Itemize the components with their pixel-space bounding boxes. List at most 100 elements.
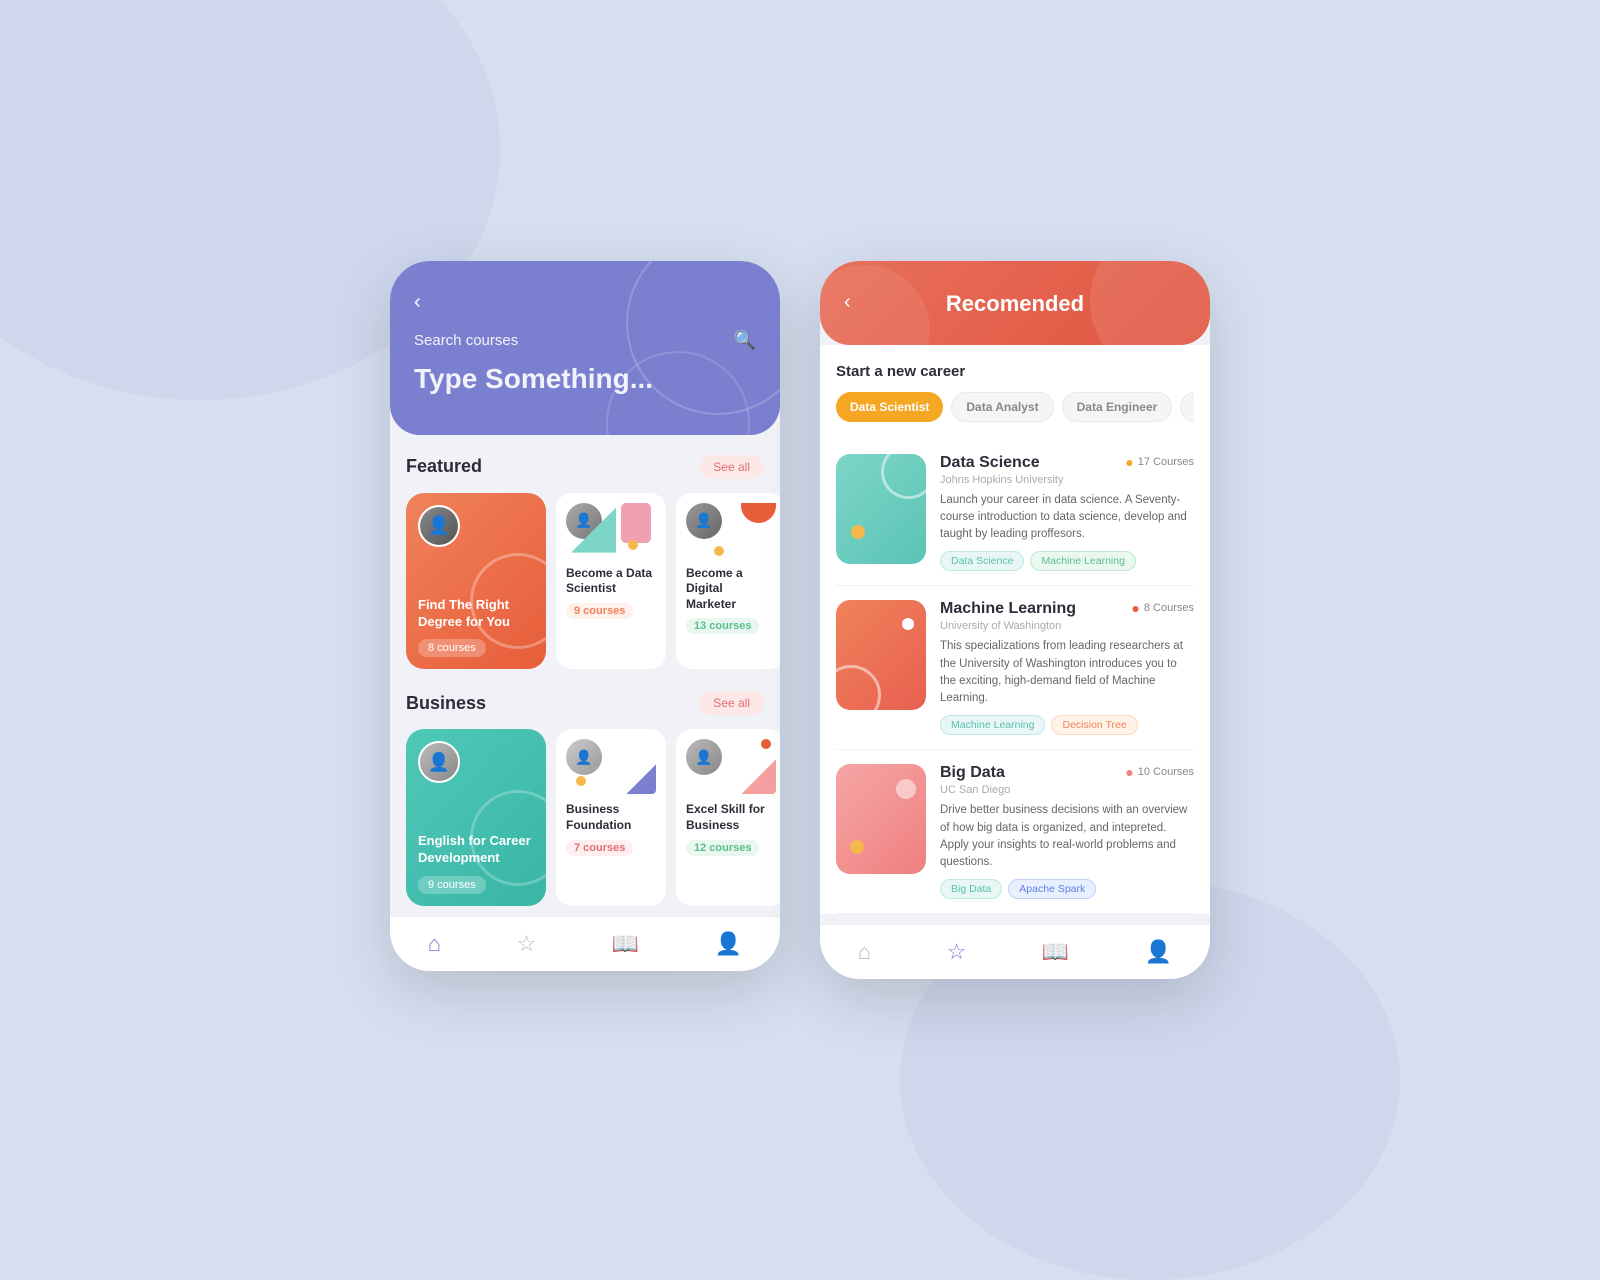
dot-pink-3: ● [1125, 764, 1133, 780]
business-card3[interactable]: 👤 Excel Skill for Business 12 courses [676, 729, 780, 906]
tag-machine-learning-2[interactable]: Machine Learning [940, 715, 1045, 735]
featured-card3[interactable]: 👤 Become a Digital Marketer 13 courses [676, 493, 780, 670]
course-count-1: ●17 Courses [1125, 454, 1194, 470]
tag-machine-learning-1[interactable]: Machine Learning [1030, 551, 1135, 571]
phone2-bottom-nav: ⌂ ☆ 📖 👤 [820, 924, 1210, 979]
avatar-image: 👤 [420, 507, 458, 545]
thumb-white-dot [902, 618, 914, 630]
business-main-card[interactable]: 👤 English for Career Development 9 cours… [406, 729, 546, 906]
business-section: Business See all 👤 English for Career De… [406, 691, 764, 906]
phone2-body: Start a new career Data Scientist Data A… [820, 345, 1210, 915]
business-avatar-img: 👤 [420, 743, 458, 781]
phone-recommended: ‹ Recomended Start a new career Data Sci… [820, 261, 1210, 980]
course-thumb-machine-learning [836, 600, 926, 710]
thumb-circle1 [881, 454, 926, 499]
filter-data-engineer[interactable]: Data Engineer [1062, 392, 1173, 422]
thumb-gold-dot [851, 525, 865, 539]
business-title: Business [406, 693, 486, 714]
nav2-home-icon[interactable]: ⌂ [858, 939, 871, 965]
tag-big-data[interactable]: Big Data [940, 879, 1002, 899]
card2-courses: 9 courses [566, 603, 633, 619]
featured-main-card[interactable]: 👤 Find The Right Degree for You 8 course… [406, 493, 546, 670]
course-item-machine-learning[interactable]: Machine Learning ●8 Courses University o… [836, 586, 1194, 750]
card3-graphic: 👤 [686, 503, 776, 558]
business-cards: 👤 English for Career Development 9 cours… [406, 729, 764, 906]
card2-title: Become a Data Scientist [566, 566, 656, 597]
course-name-2: Machine Learning [940, 600, 1076, 618]
tag-decision-tree[interactable]: Decision Tree [1051, 715, 1137, 735]
card-main-title: Find The Right Degree for You [418, 597, 534, 631]
bcard2-courses: 7 courses [566, 840, 633, 856]
phones-container: ‹ Search courses 🔍 Type Something... Fea… [390, 221, 1210, 980]
course-desc-3: Drive better business decisions with an … [940, 802, 1194, 871]
course-name-1: Data Science [940, 454, 1040, 472]
red-dot-shape [761, 739, 771, 749]
recommended-header: ‹ Recomended [820, 261, 1210, 345]
course-tags-2: Machine Learning Decision Tree [940, 715, 1194, 735]
nav-user-icon[interactable]: 👤 [715, 931, 742, 957]
featured-see-all-button[interactable]: See all [699, 455, 764, 479]
phone1-body: Featured See all 👤 Find The Right Degree… [390, 435, 780, 907]
nav2-user-icon[interactable]: 👤 [1145, 939, 1172, 965]
back-button[interactable]: ‹ [414, 291, 421, 314]
business-main-title: English for Career Development [418, 833, 534, 867]
featured-card2[interactable]: 👤 Become a Data Scientist 9 courses [556, 493, 666, 670]
tag-data-science[interactable]: Data Science [940, 551, 1024, 571]
course-item-big-data[interactable]: Big Data ●10 Courses UC San Diego Drive … [836, 750, 1194, 914]
course-count-3: ●10 Courses [1125, 764, 1194, 780]
card-main-courses: 8 courses [418, 639, 486, 657]
nav2-book-icon[interactable]: 📖 [1042, 939, 1069, 965]
course-thumb-data-science [836, 454, 926, 564]
course-title-row-3: Big Data ●10 Courses [940, 764, 1194, 782]
featured-cards: 👤 Find The Right Degree for You 8 course… [406, 493, 764, 670]
course-tags-3: Big Data Apache Spark [940, 879, 1194, 899]
course-count-2: ●8 Courses [1131, 600, 1194, 616]
thumb-deco-pink [836, 764, 926, 874]
course-name-3: Big Data [940, 764, 1005, 782]
nav-book-icon[interactable]: 📖 [612, 931, 639, 957]
thumb-deco-teal [836, 454, 926, 564]
filter-data-scientist[interactable]: Data Scientist [836, 392, 943, 422]
business-section-header: Business See all [406, 691, 764, 715]
nav-star-icon[interactable]: ☆ [517, 931, 537, 957]
filter-more[interactable]: De... [1180, 392, 1194, 422]
card3-title: Become a Digital Marketer [686, 566, 776, 613]
bcard2-graphic: 👤 [566, 739, 656, 794]
search-placeholder[interactable]: Type Something... [414, 363, 756, 395]
recommended-title: Recomended [844, 291, 1186, 317]
business-main-courses: 9 courses [418, 876, 486, 894]
phone-search: ‹ Search courses 🔍 Type Something... Fea… [390, 261, 780, 972]
course-tags-1: Data Science Machine Learning [940, 551, 1194, 571]
search-header: ‹ Search courses 🔍 Type Something... [390, 261, 780, 435]
course-item-data-science[interactable]: Data Science ●17 Courses Johns Hopkins U… [836, 440, 1194, 587]
search-icon[interactable]: 🔍 [734, 330, 756, 351]
filter-data-analyst[interactable]: Data Analyst [951, 392, 1053, 422]
course-thumb-big-data [836, 764, 926, 874]
bcard3-graphic: 👤 [686, 739, 776, 794]
business-see-all-button[interactable]: See all [699, 691, 764, 715]
dot-red-2: ● [1131, 600, 1139, 616]
thumb-deco-salmon [836, 600, 926, 710]
nav-home-icon[interactable]: ⌂ [428, 931, 441, 957]
course-university-3: UC San Diego [940, 784, 1194, 796]
tag-apache-spark[interactable]: Apache Spark [1008, 879, 1096, 899]
phone1-bottom-nav: ⌂ ☆ 📖 👤 [390, 916, 780, 971]
bcard3-title: Excel Skill for Business [686, 802, 776, 833]
nav2-star-icon[interactable]: ☆ [947, 939, 967, 965]
recommended-back-button[interactable]: ‹ [844, 291, 851, 314]
thumb-circle2 [836, 665, 881, 710]
search-label: Search courses [414, 332, 518, 349]
bcard2-title: Business Foundation [566, 802, 656, 833]
business-card2[interactable]: 👤 Business Foundation 7 courses [556, 729, 666, 906]
thumb-gold-dot-2 [850, 840, 864, 854]
course-university-2: University of Washington [940, 620, 1194, 632]
thumb-large-dot [896, 779, 916, 799]
bcard3-courses: 12 courses [686, 840, 759, 856]
orange-dot-shape [628, 540, 638, 550]
course-desc-1: Launch your career in data science. A Se… [940, 492, 1194, 544]
featured-title: Featured [406, 456, 482, 477]
course-info-data-science: Data Science ●17 Courses Johns Hopkins U… [940, 454, 1194, 572]
dot-orange-1: ● [1125, 454, 1133, 470]
card3-courses: 13 courses [686, 618, 759, 634]
gold-dot-shape [576, 776, 586, 786]
